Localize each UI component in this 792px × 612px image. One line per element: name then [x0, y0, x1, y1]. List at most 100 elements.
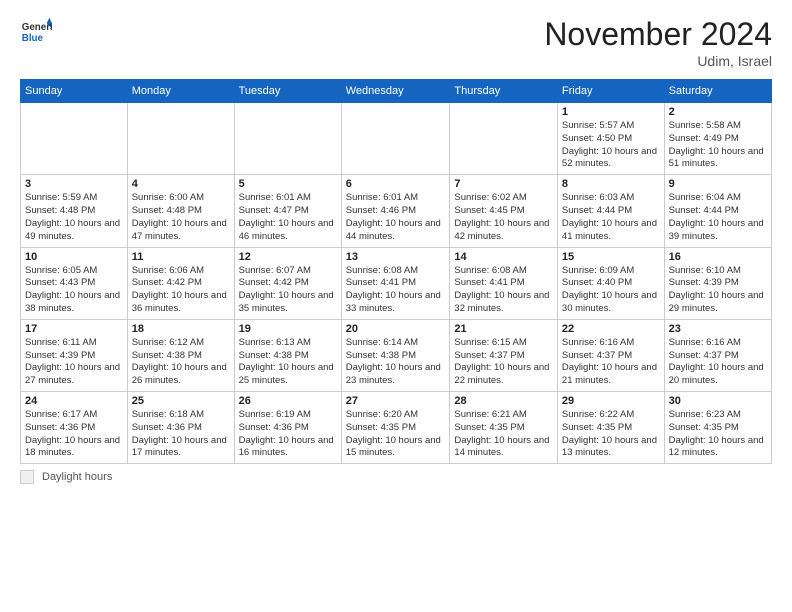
- table-row: 9 Sunrise: 6:04 AMSunset: 4:44 PMDaylight…: [664, 175, 771, 247]
- day-number: 3: [25, 178, 123, 190]
- day-number: 1: [562, 106, 660, 118]
- day-info: Sunrise: 6:15 AMSunset: 4:37 PMDaylight:…: [454, 337, 553, 388]
- day-info: Sunrise: 6:01 AMSunset: 4:46 PMDaylight:…: [346, 192, 446, 243]
- footer: Daylight hours: [20, 470, 772, 484]
- day-number: 11: [132, 251, 230, 263]
- day-info: Sunrise: 5:57 AMSunset: 4:50 PMDaylight:…: [562, 120, 660, 171]
- day-info: Sunrise: 6:22 AMSunset: 4:35 PMDaylight:…: [562, 409, 660, 460]
- table-row: 27 Sunrise: 6:20 AMSunset: 4:35 PMDayligh…: [341, 392, 450, 464]
- day-number: 13: [346, 251, 446, 263]
- table-row: 26Sunrise: 6:19 AMSunset: 4:36 PMDayligh…: [234, 392, 341, 464]
- table-row: [450, 103, 558, 175]
- day-info: Sunrise: 6:06 AMSunset: 4:42 PMDaylight:…: [132, 265, 230, 316]
- day-info: Sunrise: 6:03 AMSunset: 4:44 PMDaylight:…: [562, 192, 660, 243]
- day-info: Sunrise: 6:01 AMSunset: 4:47 PMDaylight:…: [239, 192, 337, 243]
- table-row: 24Sunrise: 6:17 AMSunset: 4:36 PMDayligh…: [21, 392, 128, 464]
- table-row: 28Sunrise: 6:21 AMSunset: 4:35 PMDayligh…: [450, 392, 558, 464]
- day-info: Sunrise: 6:04 AMSunset: 4:44 PMDaylight:…: [669, 192, 767, 243]
- day-number: 22: [562, 323, 660, 335]
- day-number: 17: [25, 323, 123, 335]
- generalblue-logo-icon: General Blue: [20, 16, 52, 48]
- col-thursday: Thursday: [450, 80, 558, 103]
- svg-text:Blue: Blue: [22, 33, 44, 44]
- day-info: Sunrise: 6:19 AMSunset: 4:36 PMDaylight:…: [239, 409, 337, 460]
- table-row: 6 Sunrise: 6:01 AMSunset: 4:46 PMDaylight…: [341, 175, 450, 247]
- table-row: 25 Sunrise: 6:18 AMSunset: 4:36 PMDayligh…: [127, 392, 234, 464]
- day-info: Sunrise: 6:08 AMSunset: 4:41 PMDaylight:…: [454, 265, 553, 316]
- legend-shaded-box: [20, 470, 34, 484]
- col-wednesday: Wednesday: [341, 80, 450, 103]
- day-number: 16: [669, 251, 767, 263]
- table-row: [21, 103, 128, 175]
- day-number: 30: [669, 395, 767, 407]
- day-number: 7: [454, 178, 553, 190]
- day-number: 18: [132, 323, 230, 335]
- month-title: November 2024: [544, 16, 772, 53]
- table-row: 10 Sunrise: 6:05 AMSunset: 4:43 PMDayligh…: [21, 247, 128, 319]
- table-row: 12 Sunrise: 6:07 AMSunset: 4:42 PMDayligh…: [234, 247, 341, 319]
- table-row: 1 Sunrise: 5:57 AMSunset: 4:50 PMDaylight…: [557, 103, 664, 175]
- day-info: Sunrise: 6:16 AMSunset: 4:37 PMDaylight:…: [562, 337, 660, 388]
- calendar-table: Sunday Monday Tuesday Wednesday Thursday…: [20, 79, 772, 464]
- day-info: Sunrise: 6:20 AMSunset: 4:35 PMDaylight:…: [346, 409, 446, 460]
- table-row: 16 Sunrise: 6:10 AMSunset: 4:39 PMDayligh…: [664, 247, 771, 319]
- day-number: 15: [562, 251, 660, 263]
- day-info: Sunrise: 6:09 AMSunset: 4:40 PMDaylight:…: [562, 265, 660, 316]
- table-row: 7Sunrise: 6:02 AMSunset: 4:45 PMDaylight…: [450, 175, 558, 247]
- col-tuesday: Tuesday: [234, 80, 341, 103]
- day-number: 5: [239, 178, 337, 190]
- page: General Blue November 2024 Udim, Israel …: [0, 0, 792, 612]
- day-info: Sunrise: 6:12 AMSunset: 4:38 PMDaylight:…: [132, 337, 230, 388]
- table-row: 13 Sunrise: 6:08 AMSunset: 4:41 PMDayligh…: [341, 247, 450, 319]
- table-row: 4Sunrise: 6:00 AMSunset: 4:48 PMDaylight…: [127, 175, 234, 247]
- table-row: 17 Sunrise: 6:11 AMSunset: 4:39 PMDayligh…: [21, 319, 128, 391]
- table-row: 29 Sunrise: 6:22 AMSunset: 4:35 PMDayligh…: [557, 392, 664, 464]
- col-saturday: Saturday: [664, 80, 771, 103]
- day-info: Sunrise: 6:07 AMSunset: 4:42 PMDaylight:…: [239, 265, 337, 316]
- day-number: 27: [346, 395, 446, 407]
- day-info: Sunrise: 6:11 AMSunset: 4:39 PMDaylight:…: [25, 337, 123, 388]
- calendar-week-row: 10 Sunrise: 6:05 AMSunset: 4:43 PMDayligh…: [21, 247, 772, 319]
- day-info: Sunrise: 6:18 AMSunset: 4:36 PMDaylight:…: [132, 409, 230, 460]
- day-number: 8: [562, 178, 660, 190]
- day-number: 9: [669, 178, 767, 190]
- table-row: 8 Sunrise: 6:03 AMSunset: 4:44 PMDaylight…: [557, 175, 664, 247]
- calendar-week-row: 24Sunrise: 6:17 AMSunset: 4:36 PMDayligh…: [21, 392, 772, 464]
- logo: General Blue: [20, 16, 52, 48]
- day-number: 25: [132, 395, 230, 407]
- col-sunday: Sunday: [21, 80, 128, 103]
- day-number: 21: [454, 323, 553, 335]
- calendar-week-row: 17 Sunrise: 6:11 AMSunset: 4:39 PMDayligh…: [21, 319, 772, 391]
- day-number: 20: [346, 323, 446, 335]
- day-info: Sunrise: 6:05 AMSunset: 4:43 PMDaylight:…: [25, 265, 123, 316]
- header: General Blue November 2024 Udim, Israel: [20, 16, 772, 69]
- table-row: [127, 103, 234, 175]
- day-info: Sunrise: 6:13 AMSunset: 4:38 PMDaylight:…: [239, 337, 337, 388]
- calendar-week-row: 1 Sunrise: 5:57 AMSunset: 4:50 PMDaylight…: [21, 103, 772, 175]
- table-row: 5 Sunrise: 6:01 AMSunset: 4:47 PMDaylight…: [234, 175, 341, 247]
- day-number: 2: [669, 106, 767, 118]
- table-row: 11 Sunrise: 6:06 AMSunset: 4:42 PMDayligh…: [127, 247, 234, 319]
- location: Udim, Israel: [544, 53, 772, 69]
- table-row: 15 Sunrise: 6:09 AMSunset: 4:40 PMDayligh…: [557, 247, 664, 319]
- day-info: Sunrise: 6:23 AMSunset: 4:35 PMDaylight:…: [669, 409, 767, 460]
- day-number: 12: [239, 251, 337, 263]
- day-info: Sunrise: 6:14 AMSunset: 4:38 PMDaylight:…: [346, 337, 446, 388]
- col-friday: Friday: [557, 80, 664, 103]
- day-number: 29: [562, 395, 660, 407]
- legend-label: Daylight hours: [42, 471, 112, 483]
- calendar-week-row: 3 Sunrise: 5:59 AMSunset: 4:48 PMDaylight…: [21, 175, 772, 247]
- day-number: 14: [454, 251, 553, 263]
- day-number: 6: [346, 178, 446, 190]
- table-row: 18 Sunrise: 6:12 AMSunset: 4:38 PMDayligh…: [127, 319, 234, 391]
- table-row: 14 Sunrise: 6:08 AMSunset: 4:41 PMDayligh…: [450, 247, 558, 319]
- day-number: 19: [239, 323, 337, 335]
- calendar-header-row: Sunday Monday Tuesday Wednesday Thursday…: [21, 80, 772, 103]
- day-info: Sunrise: 6:17 AMSunset: 4:36 PMDaylight:…: [25, 409, 123, 460]
- day-info: Sunrise: 6:08 AMSunset: 4:41 PMDaylight:…: [346, 265, 446, 316]
- day-info: Sunrise: 5:59 AMSunset: 4:48 PMDaylight:…: [25, 192, 123, 243]
- table-row: 30 Sunrise: 6:23 AMSunset: 4:35 PMDayligh…: [664, 392, 771, 464]
- day-number: 10: [25, 251, 123, 263]
- day-info: Sunrise: 6:10 AMSunset: 4:39 PMDaylight:…: [669, 265, 767, 316]
- day-info: Sunrise: 6:21 AMSunset: 4:35 PMDaylight:…: [454, 409, 553, 460]
